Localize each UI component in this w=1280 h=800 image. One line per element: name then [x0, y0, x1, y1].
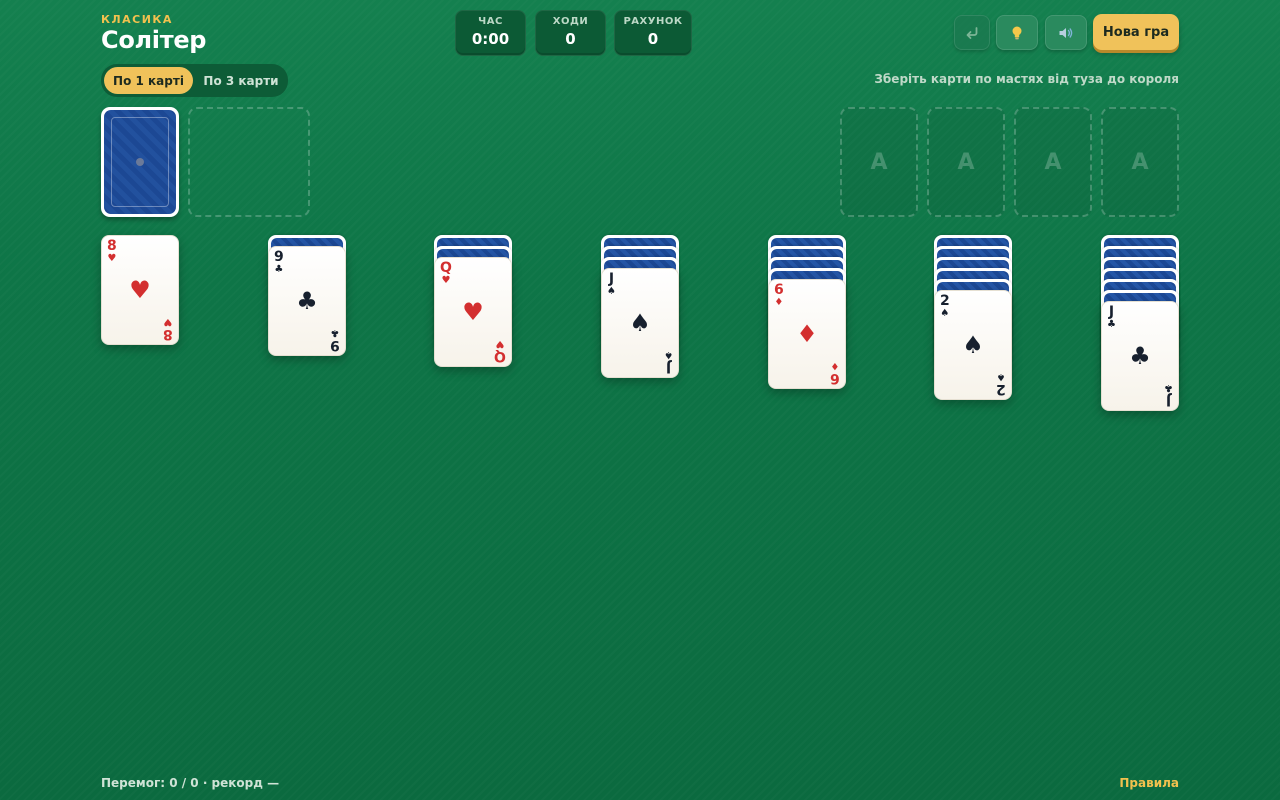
card-suit: ♠ [664, 349, 673, 360]
undo-icon [966, 26, 978, 39]
card-rank: J [1108, 304, 1115, 320]
face-up-card[interactable]: 8 ♥ ♥ 8 ♥ [101, 235, 179, 345]
hint-button[interactable] [996, 15, 1038, 50]
stat-time-value: 0:00 [471, 30, 510, 48]
card-suit: ♠ [607, 286, 616, 297]
card-suit: ♦ [830, 360, 840, 371]
card-corner-top: 9 ♣ [274, 250, 284, 275]
card-rank: 8 [163, 326, 173, 342]
draw-three-option[interactable]: По 3 карти [197, 67, 285, 94]
stat-score-value: 0 [647, 30, 659, 48]
card-suit: ♠ [940, 308, 950, 319]
stat-score-label: РАХУНОК [623, 16, 683, 27]
card-rank: J [608, 271, 615, 287]
brand-subtitle: КЛАСИКА [101, 13, 173, 26]
card-corner-bottom: J ♠ [664, 349, 673, 375]
card-rank: Q [494, 348, 506, 364]
face-up-card[interactable]: 2 ♠ ♠ 2 ♠ [934, 290, 1012, 400]
card-suit: ♣ [274, 264, 284, 275]
sound-button[interactable] [1045, 15, 1087, 50]
card-center-suit: ♣ [1129, 342, 1151, 370]
card-back-emblem [136, 158, 144, 166]
face-up-card[interactable]: J ♣ ♣ J ♣ [1101, 301, 1179, 411]
foundation-1[interactable]: A [840, 107, 918, 217]
stats-footer: Перемог: 0 / 0 · рекорд — [101, 776, 280, 790]
waste-pile[interactable] [188, 107, 310, 217]
card-rank: 9 [274, 249, 284, 265]
card-suit: ♠ [996, 371, 1006, 382]
lightbulb-icon [1012, 26, 1022, 39]
stat-time-label: ЧАС [478, 16, 503, 27]
new-game-button[interactable]: Нова гра [1093, 14, 1179, 50]
draw-one-option[interactable]: По 1 карті [104, 67, 193, 94]
card-corner-bottom: 6 ♦ [830, 360, 840, 386]
card-rank: J [665, 359, 672, 375]
card-corner-top: 2 ♠ [940, 294, 950, 319]
face-up-card[interactable]: Q ♥ ♥ Q ♥ [434, 257, 512, 367]
card-center-suit: ♠ [962, 331, 984, 359]
card-center-suit: ♥ [129, 276, 151, 304]
face-up-card[interactable]: 6 ♦ ♦ 6 ♦ [768, 279, 846, 389]
card-rank: 2 [940, 293, 950, 309]
face-up-card[interactable]: 9 ♣ ♣ 9 ♣ [268, 246, 346, 356]
stat-moves-value: 0 [565, 30, 576, 48]
card-suit: ♥ [495, 338, 505, 349]
card-center-suit: ♠ [629, 309, 651, 337]
card-corner-top: 8 ♥ [107, 239, 117, 264]
card-corner-top: J ♠ [607, 272, 616, 297]
goal-hint: Зберіть карти по мастях від туза до коро… [874, 72, 1179, 86]
draw-mode-toggle: По 1 карті По 3 карти [101, 64, 288, 97]
card-suit: ♣ [1164, 382, 1173, 393]
card-corner-bottom: 8 ♥ [163, 316, 173, 342]
card-center-suit: ♥ [462, 298, 484, 326]
card-corner-bottom: J ♣ [1164, 382, 1173, 408]
card-rank: J [1165, 392, 1172, 408]
speaker-icon [1059, 27, 1073, 38]
card-rank: 2 [996, 381, 1006, 397]
card-rank: 6 [830, 370, 840, 386]
card-corner-top: 6 ♦ [774, 283, 784, 308]
face-up-card[interactable]: J ♠ ♠ J ♠ [601, 268, 679, 378]
stat-score: РАХУНОК 0 [614, 10, 692, 56]
foundation-4[interactable]: A [1101, 107, 1179, 217]
card-center-suit: ♣ [296, 287, 318, 315]
card-rank: 8 [107, 238, 117, 254]
foundation-3[interactable]: A [1014, 107, 1092, 217]
card-rank: Q [440, 260, 452, 276]
card-back-pattern [104, 110, 176, 214]
card-suit: ♥ [107, 253, 117, 264]
card-suit: ♣ [1107, 319, 1116, 330]
card-corner-top: J ♣ [1107, 305, 1116, 330]
undo-button[interactable] [954, 15, 990, 50]
stat-moves: ХОДИ 0 [535, 10, 606, 56]
card-suit: ♥ [163, 316, 173, 327]
stat-moves-label: ХОДИ [552, 16, 589, 27]
card-corner-bottom: Q ♥ [494, 338, 506, 364]
foundation-2[interactable]: A [927, 107, 1005, 217]
card-suit: ♦ [774, 297, 784, 308]
rules-link[interactable]: Правила [1119, 776, 1179, 790]
card-rank: 9 [330, 337, 340, 353]
page-title: Солітер [101, 26, 207, 54]
stat-time: ЧАС 0:00 [455, 10, 526, 56]
card-rank: 6 [774, 282, 784, 298]
card-suit: ♣ [330, 327, 340, 338]
card-corner-bottom: 2 ♠ [996, 371, 1006, 397]
stock-pile[interactable] [101, 107, 179, 217]
card-suit: ♥ [441, 275, 451, 286]
card-center-suit: ♦ [796, 320, 818, 348]
card-corner-bottom: 9 ♣ [330, 327, 340, 353]
card-corner-top: Q ♥ [440, 261, 452, 286]
brand: КЛАСИКА Солітер [101, 13, 206, 54]
